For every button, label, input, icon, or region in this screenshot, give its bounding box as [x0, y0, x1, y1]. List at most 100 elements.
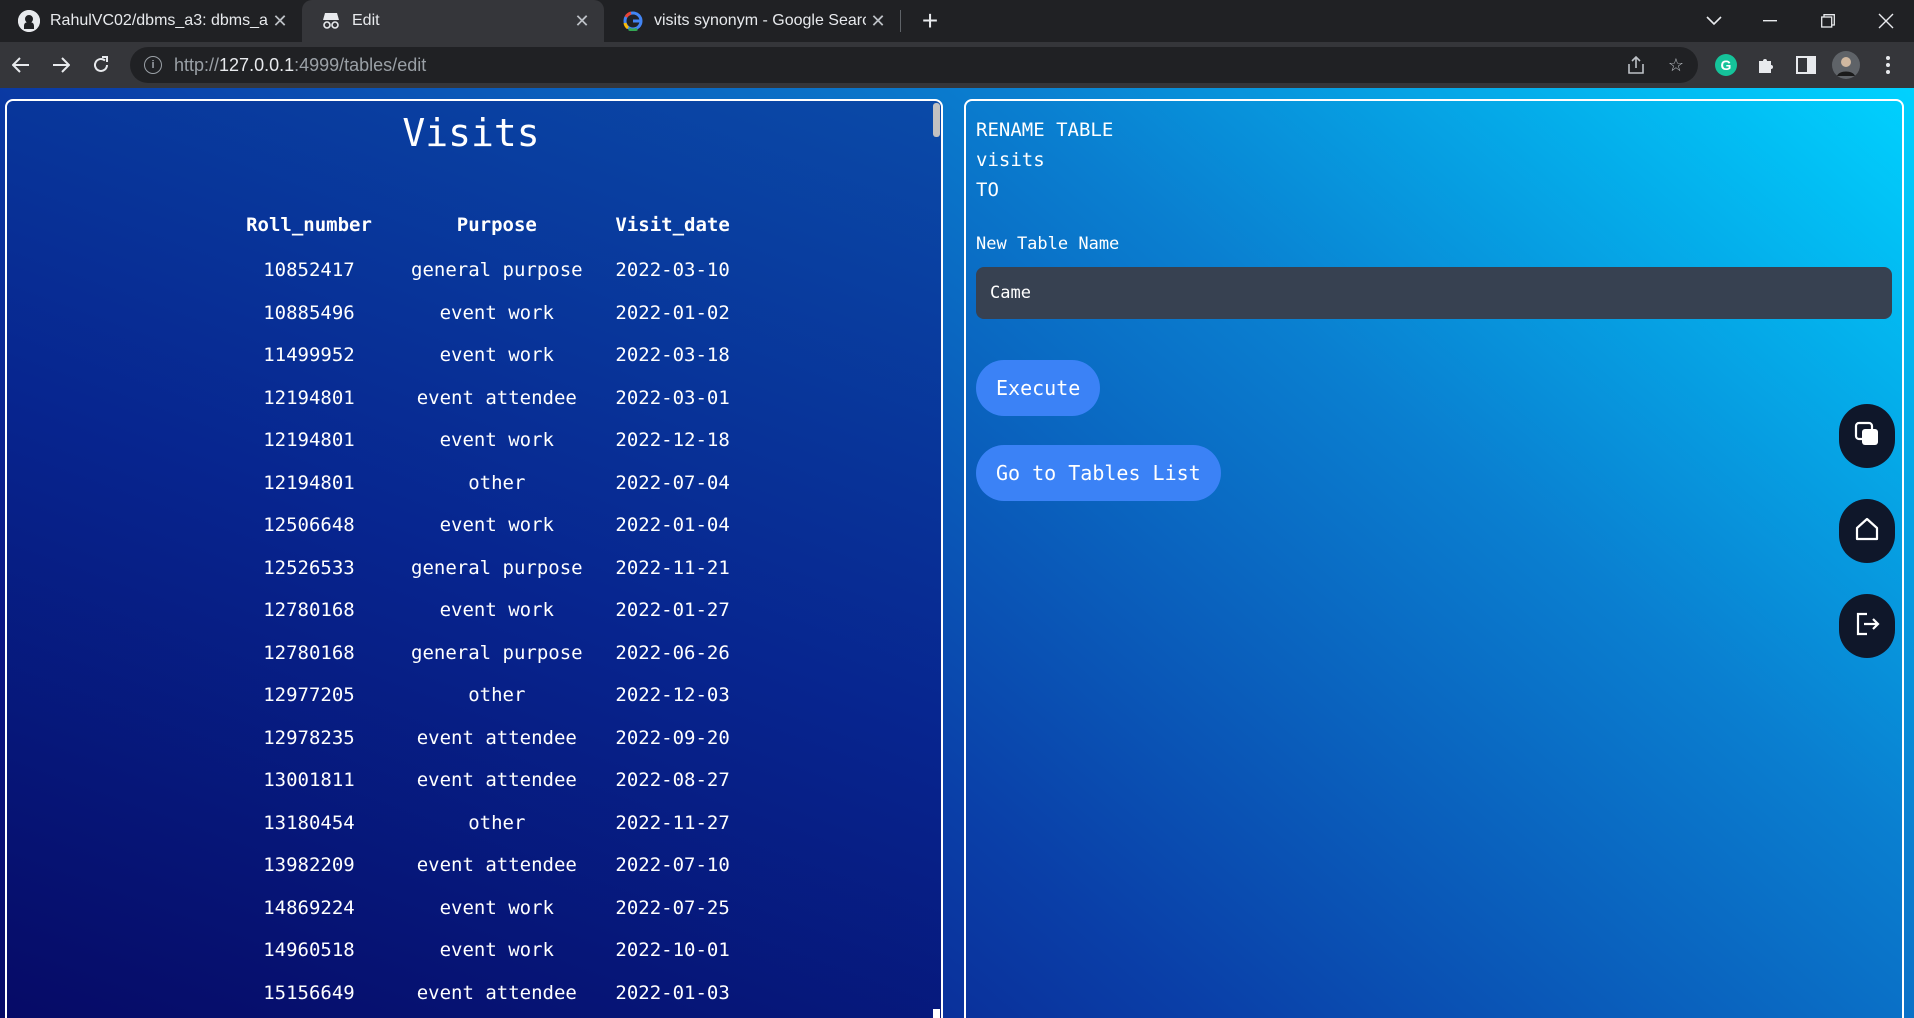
table-row: 15156649 event attendee 2022-01-03	[217, 972, 753, 1015]
roll-number-cell: 12526533	[263, 556, 355, 579]
new-table-name-input[interactable]: Came	[976, 267, 1892, 319]
sql-line: visits	[976, 149, 1045, 171]
tab-github[interactable]: RahulVC02/dbms_a3: dbms_a3 re ✕	[0, 0, 302, 42]
purpose-cell: other	[468, 811, 526, 834]
close-window-button[interactable]	[1858, 0, 1914, 42]
home-button[interactable]	[1839, 499, 1895, 563]
forward-button[interactable]	[45, 49, 77, 81]
scrollbar[interactable]	[931, 101, 941, 1018]
roll-number-cell: 14869224	[263, 896, 355, 919]
url-scheme: http://	[174, 54, 220, 75]
scrollbar-arrow[interactable]	[933, 1009, 940, 1018]
visit-date-cell: 2022-01-04	[615, 514, 730, 537]
visit-date-cell: 2022-07-10	[615, 854, 730, 877]
visit-date-cell: 2022-11-21	[615, 556, 730, 579]
page-content: Visits Roll_number Purpose Visit_date 10…	[0, 88, 1914, 1018]
back-button[interactable]	[5, 49, 37, 81]
rename-table-panel: RENAME TABLE visits TO New Table Name Ca…	[964, 99, 1904, 1018]
roll-number-cell: 12506648	[263, 514, 355, 537]
grammarly-icon[interactable]: G	[1712, 51, 1740, 79]
visit-date-cell: 2022-01-27	[615, 599, 730, 622]
tab-title: Edit	[352, 12, 380, 29]
tab-search-button[interactable]	[1686, 0, 1742, 42]
bookmark-star-icon[interactable]: ☆	[1666, 55, 1686, 75]
visit-date-cell: 2022-12-03	[615, 684, 730, 707]
column-header: Purpose	[456, 214, 537, 236]
new-table-name-label: New Table Name	[976, 234, 1120, 254]
browser-tabstrip: RahulVC02/dbms_a3: dbms_a3 re ✕ Edit ✕ v…	[0, 0, 1914, 42]
roll-number-cell: 12780168	[263, 599, 355, 622]
visit-date-cell: 2022-03-01	[615, 386, 730, 409]
purpose-cell: event attendee	[416, 854, 577, 877]
purpose-cell: event work	[439, 599, 554, 622]
close-icon[interactable]: ✕	[268, 9, 292, 33]
purpose-cell: event work	[439, 939, 554, 962]
visit-date-cell: 2022-03-18	[615, 344, 730, 367]
logout-button[interactable]	[1839, 594, 1895, 658]
visit-date-cell: 2022-03-10	[615, 259, 730, 282]
logout-icon	[1854, 611, 1880, 642]
roll-number-cell: 12780168	[263, 641, 355, 664]
url-host: 127.0.0.1	[219, 54, 295, 75]
table-row: 13180454 other 2022-11-27	[217, 802, 753, 845]
url-path: :4999/tables/edit	[294, 54, 427, 75]
purpose-cell: other	[468, 684, 526, 707]
share-icon[interactable]	[1626, 55, 1646, 75]
purpose-cell: general purpose	[411, 556, 583, 579]
roll-number-cell: 12977205	[263, 684, 355, 707]
minimize-button[interactable]	[1742, 0, 1798, 42]
roll-number-cell: 13982209	[263, 854, 355, 877]
new-tab-button[interactable]: +	[914, 5, 946, 37]
incognito-icon	[320, 10, 342, 32]
sql-line: RENAME TABLE	[976, 119, 1114, 141]
tab-edit[interactable]: Edit ✕	[302, 0, 604, 42]
table-row: 10852417 general purpose 2022-03-10	[217, 249, 753, 292]
table-row: 13001811 event attendee 2022-08-27	[217, 759, 753, 802]
roll-number-cell: 15156649	[263, 981, 355, 1004]
column-header: Roll_number	[246, 214, 372, 236]
svg-text:G: G	[1721, 57, 1732, 73]
roll-number-cell: 14960518	[263, 939, 355, 962]
close-icon[interactable]: ✕	[866, 9, 890, 33]
site-info-icon[interactable]: i	[144, 56, 162, 74]
reload-button[interactable]	[85, 49, 117, 81]
table-view-panel: Visits Roll_number Purpose Visit_date 10…	[5, 99, 943, 1018]
profile-avatar[interactable]	[1832, 51, 1860, 79]
visit-date-cell: 2022-12-18	[615, 429, 730, 452]
purpose-cell: event work	[439, 301, 554, 324]
tab-google-search[interactable]: visits synonym - Google Search ✕	[604, 0, 900, 42]
table-title: Visits	[402, 111, 540, 155]
roll-number-cell: 13001811	[263, 769, 355, 792]
close-icon[interactable]: ✕	[570, 9, 594, 33]
scrollbar-thumb[interactable]	[933, 103, 940, 137]
purpose-cell: general purpose	[411, 641, 583, 664]
roll-number-cell: 10852417	[263, 259, 355, 282]
extensions-puzzle-icon[interactable]	[1752, 51, 1780, 79]
table-row: 12194801 other 2022-07-04	[217, 462, 753, 505]
execute-button[interactable]: Execute	[976, 360, 1101, 416]
visit-date-cell: 2022-01-02	[615, 301, 730, 324]
visit-date-cell: 2022-06-26	[615, 641, 730, 664]
column-header: Visit_date	[615, 214, 730, 236]
purpose-cell: event attendee	[416, 386, 577, 409]
copy-button[interactable]	[1839, 404, 1895, 468]
visits-table: Roll_number Purpose Visit_date 10852417 g…	[217, 201, 753, 1014]
table-row: 11499952 event work 2022-03-18	[217, 334, 753, 377]
address-bar[interactable]: i http://127.0.0.1:4999/tables/edit ☆	[130, 47, 1698, 83]
table-row: 12780168 event work 2022-01-27	[217, 589, 753, 632]
menu-kebab-icon[interactable]	[1874, 51, 1902, 79]
table-row: 10885496 event work 2022-01-02	[217, 292, 753, 335]
table-header-row: Roll_number Purpose Visit_date	[217, 201, 753, 249]
tab-title: RahulVC02/dbms_a3: dbms_a3 re	[50, 12, 268, 29]
visit-date-cell: 2022-10-01	[615, 939, 730, 962]
tab-title: visits synonym - Google Search	[654, 12, 866, 29]
table-row: 12780168 general purpose 2022-06-26	[217, 632, 753, 675]
go-to-tables-list-button[interactable]: Go to Tables List	[976, 445, 1221, 501]
side-panel-icon[interactable]	[1792, 51, 1820, 79]
purpose-cell: general purpose	[411, 259, 583, 282]
roll-number-cell: 11499952	[263, 344, 355, 367]
table-row: 14960518 event work 2022-10-01	[217, 929, 753, 972]
copy-icon	[1854, 421, 1880, 452]
visit-date-cell: 2022-01-03	[615, 981, 730, 1004]
restore-button[interactable]	[1800, 0, 1856, 42]
